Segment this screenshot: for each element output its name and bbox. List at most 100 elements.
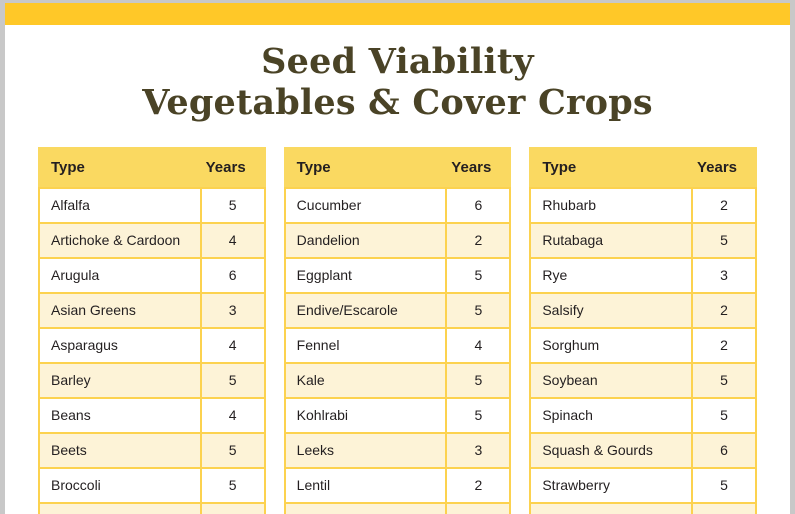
table-row: Rhubarb 2 xyxy=(529,186,758,224)
cell-years: 5 xyxy=(691,466,758,504)
table-header: Type Years xyxy=(283,146,512,189)
table-row: Dandelion 2 xyxy=(283,221,512,259)
column-header-type: Type xyxy=(283,146,448,189)
seed-table-1: Type Years Alfalfa 5 Artichoke & Cardoon 4 A… xyxy=(38,146,266,514)
cell-years: 5 xyxy=(445,256,512,294)
cell-type: Kohlrabi xyxy=(283,396,448,434)
cell-type: Salsify xyxy=(529,291,694,329)
cell-years: 4 xyxy=(199,326,266,364)
table-row: Rutabaga 5 xyxy=(529,221,758,259)
cell-years: 6 xyxy=(691,431,758,469)
table-row: Eggplant 5 xyxy=(283,256,512,294)
table-row: Alfalfa 5 xyxy=(38,186,266,224)
table-row: Leeks 3 xyxy=(283,431,512,469)
table-row: Soybean 5 xyxy=(529,361,758,399)
column-header-years: Years xyxy=(199,146,266,189)
title-line-primary: Seed Viability xyxy=(261,41,534,82)
seed-table-2: Type Years Cucumber 6 Dandelion 2 Eggplant 5 E… xyxy=(283,146,512,514)
cell-years: 2 xyxy=(691,326,758,364)
cell-years: 5 xyxy=(445,361,512,399)
cell-years: 6 xyxy=(445,186,512,224)
cell-type: Sorghum xyxy=(529,326,694,364)
table-row: Asian Greens 3 xyxy=(38,291,266,329)
cell-years: 5 xyxy=(691,221,758,259)
table-header-row: Type Years xyxy=(529,146,758,189)
cell-years: 2 xyxy=(691,186,758,224)
column-header-years: Years xyxy=(445,146,512,189)
cell-type: Dandelion xyxy=(283,221,448,259)
cell-type: Leeks xyxy=(283,431,448,469)
cell-type: Eggplant xyxy=(283,256,448,294)
table-row: Beets 5 xyxy=(38,431,266,469)
cell-type: Lentil xyxy=(283,466,448,504)
cell-years: 4 xyxy=(199,396,266,434)
screenshot-viewport: Seed Viability Vegetables & Cover Crops … xyxy=(0,0,795,514)
cell-type: Asian Greens xyxy=(38,291,202,329)
table-header-row: Type Years xyxy=(38,146,266,189)
cell-type: Soybean xyxy=(529,361,694,399)
column-header-type: Type xyxy=(38,146,202,189)
cell-type: Lettuce xyxy=(283,501,448,514)
table-row: Artichoke & Cardoon 4 xyxy=(38,221,266,259)
cell-type: Spinach xyxy=(529,396,694,434)
top-accent-bar xyxy=(5,3,790,25)
cell-years: 4 xyxy=(199,221,266,259)
table-body: Alfalfa 5 Artichoke & Cardoon 4 Arugula 6 Asia… xyxy=(38,186,266,514)
cell-type: Beets xyxy=(38,431,202,469)
table-row: Barley 5 xyxy=(38,361,266,399)
table-row: Lentil 2 xyxy=(283,466,512,504)
table-row: Endive/Escarole 5 xyxy=(283,291,512,329)
cell-type: Arugula xyxy=(38,256,202,294)
column-header-years: Years xyxy=(691,146,758,189)
table-row: Spinach 5 xyxy=(529,396,758,434)
cell-type: Fennel xyxy=(283,326,448,364)
cell-years: 4 xyxy=(691,501,758,514)
table-row: Arugula 6 xyxy=(38,256,266,294)
cell-type: Endive/Escarole xyxy=(283,291,448,329)
table-row: Broccoli 5 xyxy=(38,466,266,504)
cell-type: Alfalfa xyxy=(38,186,202,224)
title-line-secondary: Vegetables & Cover Crops xyxy=(142,82,653,124)
cell-years: 5 xyxy=(199,501,266,514)
table-header-row: Type Years xyxy=(283,146,512,189)
column-header-type: Type xyxy=(529,146,694,189)
table-row: Strawberry 5 xyxy=(529,466,758,504)
table-row: Kale 5 xyxy=(283,361,512,399)
table-row: Sudangrass4 xyxy=(529,501,758,514)
cell-years: 6 xyxy=(445,501,512,514)
cell-years: 2 xyxy=(445,221,512,259)
cell-years: 3 xyxy=(445,431,512,469)
cell-type: Broccoli xyxy=(38,466,202,504)
cell-years: 5 xyxy=(199,466,266,504)
table-row: Sorghum 2 xyxy=(529,326,758,364)
cell-type: Cucumber xyxy=(283,186,448,224)
cell-years: 3 xyxy=(199,291,266,329)
cell-years: 5 xyxy=(445,396,512,434)
cell-type: Rye xyxy=(529,256,694,294)
cell-type: Rhubarb xyxy=(529,186,694,224)
table-row: Lettuce6 xyxy=(283,501,512,514)
table-row: Salsify 2 xyxy=(529,291,758,329)
table-body: Cucumber 6 Dandelion 2 Eggplant 5 Endive/Escar… xyxy=(283,186,512,514)
cell-years: 5 xyxy=(199,431,266,469)
cell-years: 6 xyxy=(199,256,266,294)
cell-years: 2 xyxy=(691,291,758,329)
cell-years: 5 xyxy=(199,361,266,399)
table-row: Brussels Sprouts5 xyxy=(38,501,266,514)
table-row: Cucumber 6 xyxy=(283,186,512,224)
table-row: Asparagus 4 xyxy=(38,326,266,364)
cell-years: 3 xyxy=(691,256,758,294)
cell-type: Kale xyxy=(283,361,448,399)
table-row: Beans 4 xyxy=(38,396,266,434)
table-row: Fennel 4 xyxy=(283,326,512,364)
cell-type: Brussels Sprouts xyxy=(38,501,202,514)
seed-viability-tables: Type Years Alfalfa 5 Artichoke & Cardoon 4 A… xyxy=(5,146,790,514)
cell-years: 5 xyxy=(691,396,758,434)
table-header: Type Years xyxy=(529,146,758,189)
cell-years: 5 xyxy=(691,361,758,399)
table-row: Rye 3 xyxy=(529,256,758,294)
cell-type: Sudangrass xyxy=(529,501,694,514)
cell-type: Asparagus xyxy=(38,326,202,364)
seed-table-3: Type Years Rhubarb 2 Rutabaga 5 Rye 3 Salsify 2… xyxy=(529,146,758,514)
document-page: Seed Viability Vegetables & Cover Crops … xyxy=(5,3,790,514)
